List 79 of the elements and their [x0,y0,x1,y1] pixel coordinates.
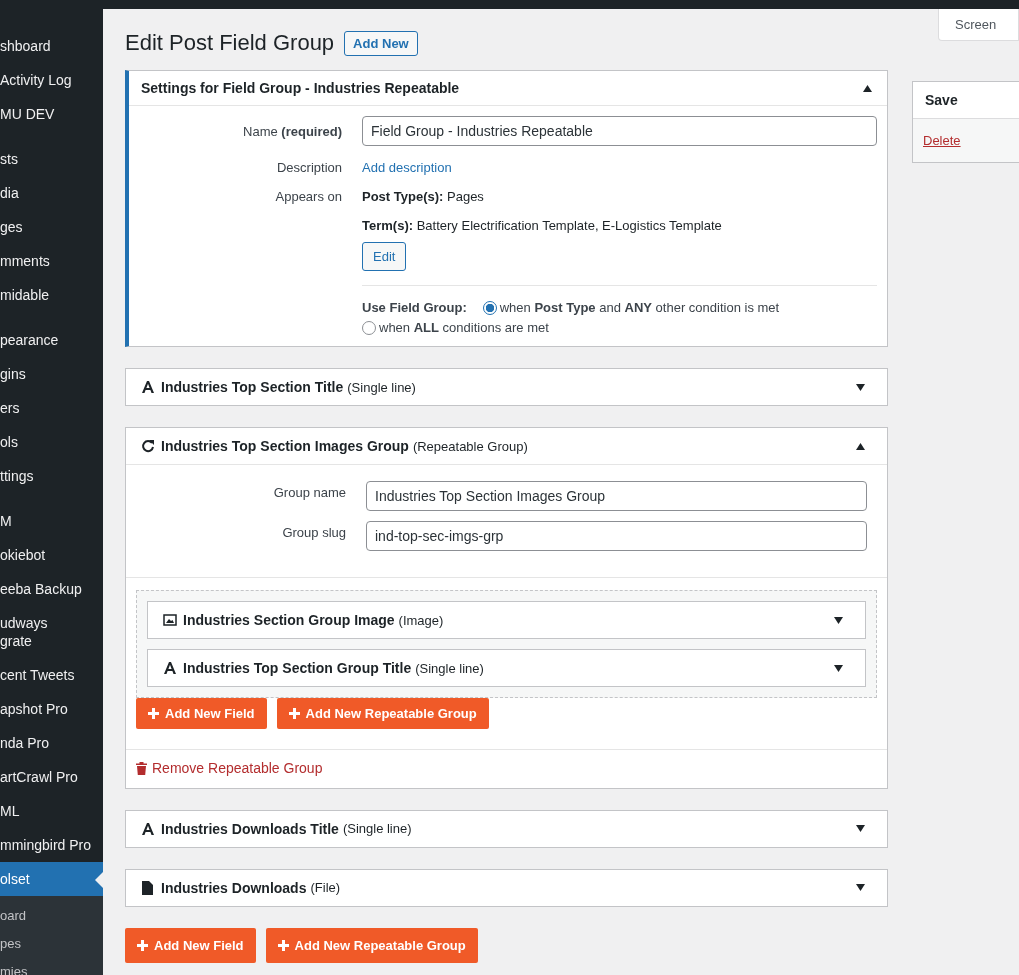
use-field-group-label: Use Field Group: [362,299,467,317]
triangle-icon[interactable] [856,442,865,450]
sidebar-item[interactable]: MU DEV [0,97,103,131]
plus-icon [277,939,289,951]
name-input[interactable]: Field Group - Industries Repeatable [362,116,877,146]
image-icon [163,614,177,626]
field-title: Industries Top Section Title [161,379,344,395]
field-type: (Single line) [342,821,413,836]
field-label: Name (required) [242,123,342,139]
sidebar-item[interactable]: pearance [0,323,103,357]
edit-button[interactable]: Edit [362,242,407,271]
triangle-icon[interactable] [834,616,843,624]
sidebar-item[interactable]: ttings [0,459,103,493]
field-label: Description [275,160,342,175]
field-title: Industries Section Group Image [183,612,395,628]
sidebar-item[interactable]: shboard [0,29,103,63]
field-title: Industries Downloads Title [161,820,339,837]
sidebar-item[interactable]: olset [0,862,103,896]
field-label: Group slug [281,524,346,540]
field-title: Industries Downloads [161,879,307,896]
sidebar-item[interactable]: apshot Pro [0,692,103,726]
sidebar-item[interactable]: Activity Log [0,63,103,97]
letter-a-icon [163,661,177,675]
submenu-item[interactable]: oard [0,902,103,930]
sidebar-item[interactable]: cent Tweets [0,658,103,692]
remove-group-link[interactable]: Remove Repeatable Group [136,760,323,776]
field-type: (Repeatable Group) [412,438,529,454]
sidebar-item[interactable]: artCrawl Pro [0,760,103,794]
radio-label: when ALL conditions are met [379,319,549,337]
refresh-icon [141,439,155,453]
triangle-icon[interactable] [863,84,872,92]
sidebar-item[interactable]: gins [0,357,103,391]
sidebar-item[interactable]: ges [0,210,103,244]
field-type: (Single line) [415,660,485,676]
page-title: Edit Post Field Group [125,30,335,56]
sidebar-item[interactable]: mmingbird Pro [0,828,103,862]
submenu-item[interactable]: pes [0,930,103,958]
sidebar-item[interactable]: udways grate [0,606,103,658]
post-types-text: Post Type(s): Pages [362,189,484,204]
triangle-icon[interactable] [856,825,865,832]
sidebar-item[interactable]: M [0,504,103,538]
panel-title: Save [925,92,958,108]
field-type: (Single line) [347,379,417,395]
sidebar-item[interactable]: okiebot [0,538,103,572]
field-title: Industries Top Section Group Title [183,660,412,676]
sidebar-item[interactable]: ML [0,794,103,828]
radio-label: when Post Type and ANY other condition is met [499,299,780,317]
panel-title: Settings for Field Group - Industries Repeatable [141,80,461,96]
terms-text: Term(s): Battery Electrification Template, E-Logistics Template [362,218,722,233]
plus-icon [148,708,159,719]
sidebar-item[interactable]: ers [0,391,103,425]
sidebar-item[interactable]: midable [0,278,103,312]
group-slug-input[interactable]: ind-top-sec-imgs-grp [366,521,867,551]
sidebar-item[interactable]: nda Pro [0,726,103,760]
sidebar-item[interactable]: mments [0,244,103,278]
delete-link[interactable]: Delete [923,133,961,148]
field-type: (File) [310,880,342,895]
screen-options-tab[interactable]: Screen [938,9,1019,41]
field-label: Group name [272,484,346,500]
trash-icon [136,761,147,775]
sidebar-item[interactable]: ols [0,425,103,459]
sidebar-item[interactable]: dia [0,176,103,210]
plus-icon [288,708,300,719]
letter-a-icon [141,380,155,394]
sidebar-item[interactable]: eeba Backup [0,572,103,606]
add-description-link[interactable]: Add description [362,160,452,175]
letter-a-icon [141,821,155,836]
triangle-icon[interactable] [856,884,865,891]
group-name-input[interactable]: Industries Top Section Images Group [366,481,867,511]
field-label: Appears on [274,189,342,204]
field-title: Industries Top Section Images Group [161,438,409,454]
field-type: (Image) [398,612,445,628]
add-new-button[interactable]: Add New [344,30,418,56]
document-icon [141,880,153,895]
radio-button[interactable] [482,301,497,315]
triangle-icon[interactable] [834,664,843,672]
triangle-icon[interactable] [856,383,865,391]
sidebar-item[interactable]: sts [0,142,103,176]
plus-icon [137,939,148,951]
